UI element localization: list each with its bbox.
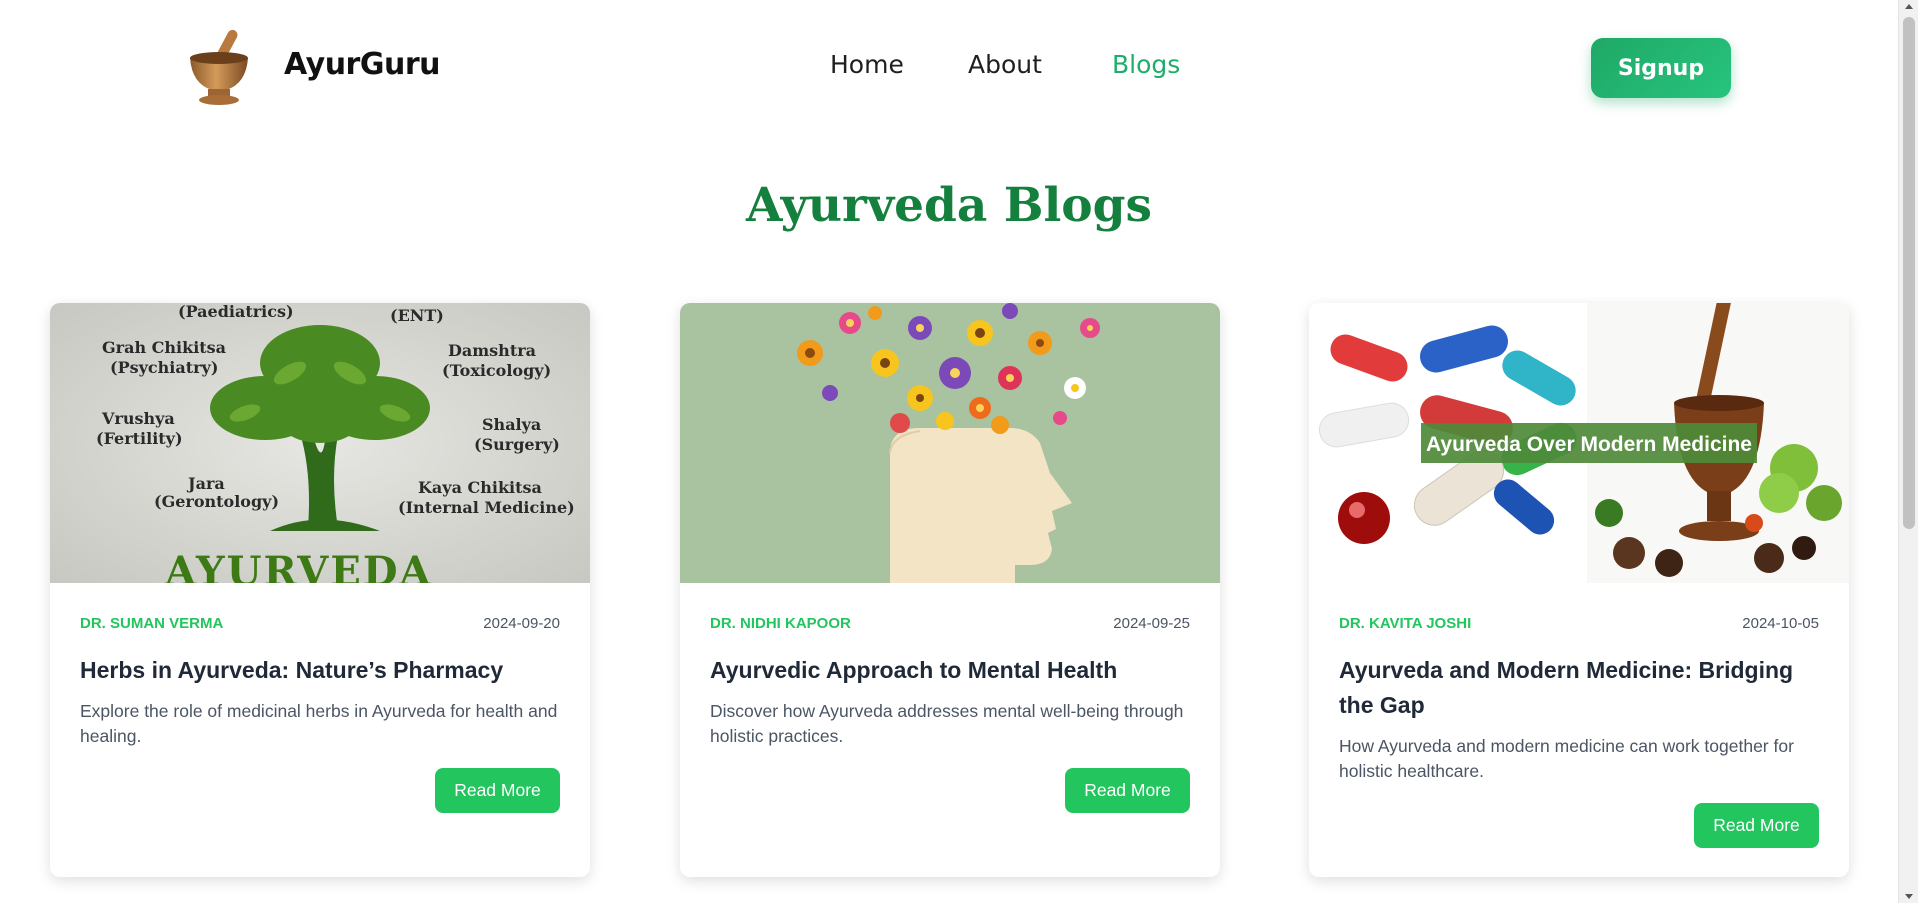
vertical-scrollbar[interactable] <box>1898 0 1918 903</box>
blog-card: Ayurveda Over Modern Medicine Dr. Kavita… <box>1309 303 1849 877</box>
tree-label: Jara <box>186 474 225 493</box>
tree-label: Vrushya <box>101 409 175 428</box>
nav-blogs-link[interactable]: Blogs <box>1112 50 1180 79</box>
blog-date: 2024-09-20 <box>483 615 560 632</box>
tree-label: Grah Chikitsa <box>102 338 226 357</box>
tree-label: (Fertility) <box>96 429 183 448</box>
blog-card: Dr. Nidhi Kapoor 2024-09-25 Ayurvedic Ap… <box>680 303 1220 877</box>
read-more-button[interactable]: Read More <box>1694 803 1819 848</box>
mortar-pestle-logo-icon[interactable] <box>186 26 252 108</box>
scroll-up-arrow-icon[interactable] <box>1905 4 1913 9</box>
tree-label: (Gerontology) <box>154 492 279 511</box>
blog-description: Explore the role of medicinal herbs in A… <box>80 701 558 746</box>
tree-label: (ENT) <box>390 306 444 325</box>
tree-label: (Toxicology) <box>442 361 551 380</box>
blog-title[interactable]: Herbs in Ayurveda: Nature’s Pharmacy <box>80 653 560 688</box>
blog-image-mind-flowers <box>680 303 1220 583</box>
brand-name[interactable]: AyurGuru <box>284 47 441 82</box>
blog-description: Discover how Ayurveda addresses mental w… <box>710 701 1184 746</box>
blog-date: 2024-09-25 <box>1113 615 1190 632</box>
tree-label: (Surgery) <box>474 435 560 454</box>
blog-date: 2024-10-05 <box>1742 615 1819 632</box>
blog-title[interactable]: Ayurveda and Modern Medicine: Bridging t… <box>1339 653 1819 723</box>
tree-label: Kaya Chikitsa <box>418 478 542 497</box>
blog-author: Dr. Suman Verma <box>80 615 224 632</box>
read-more-button[interactable]: Read More <box>435 768 560 813</box>
tree-label: (Internal Medicine) <box>398 498 575 517</box>
blog-title[interactable]: Ayurvedic Approach to Mental Health <box>710 653 1190 688</box>
read-more-button[interactable]: Read More <box>1065 768 1190 813</box>
tree-label: Shalya <box>482 415 541 434</box>
blog-image-ayurveda-branches: (Paediatrics) (ENT) Grah Chikitsa (Psych… <box>50 303 590 583</box>
nav-about-link[interactable]: About <box>968 50 1042 79</box>
signup-button[interactable]: Signup <box>1591 38 1731 98</box>
image-overlay-caption: Ayurveda Over Modern Medicine <box>1426 433 1752 456</box>
ayurveda-wordmark: AYURVEDA <box>164 548 433 583</box>
nav-home-link[interactable]: Home <box>830 50 904 79</box>
scroll-down-arrow-icon[interactable] <box>1905 894 1913 899</box>
blog-author: Dr. Kavita Joshi <box>1339 615 1472 632</box>
tree-label: (Paediatrics) <box>178 303 294 321</box>
blog-author: Dr. Nidhi Kapoor <box>710 615 851 632</box>
page-title: Ayurveda Blogs <box>746 178 1152 233</box>
scrollbar-thumb[interactable] <box>1903 17 1915 529</box>
blog-card: (Paediatrics) (ENT) Grah Chikitsa (Psych… <box>50 303 590 877</box>
tree-label: Damshtra <box>448 341 536 360</box>
tree-label: (Psychiatry) <box>110 358 218 377</box>
blog-description: How Ayurveda and modern medicine can wor… <box>1339 736 1794 781</box>
blog-image-pills-vs-herbs: Ayurveda Over Modern Medicine <box>1309 303 1849 583</box>
